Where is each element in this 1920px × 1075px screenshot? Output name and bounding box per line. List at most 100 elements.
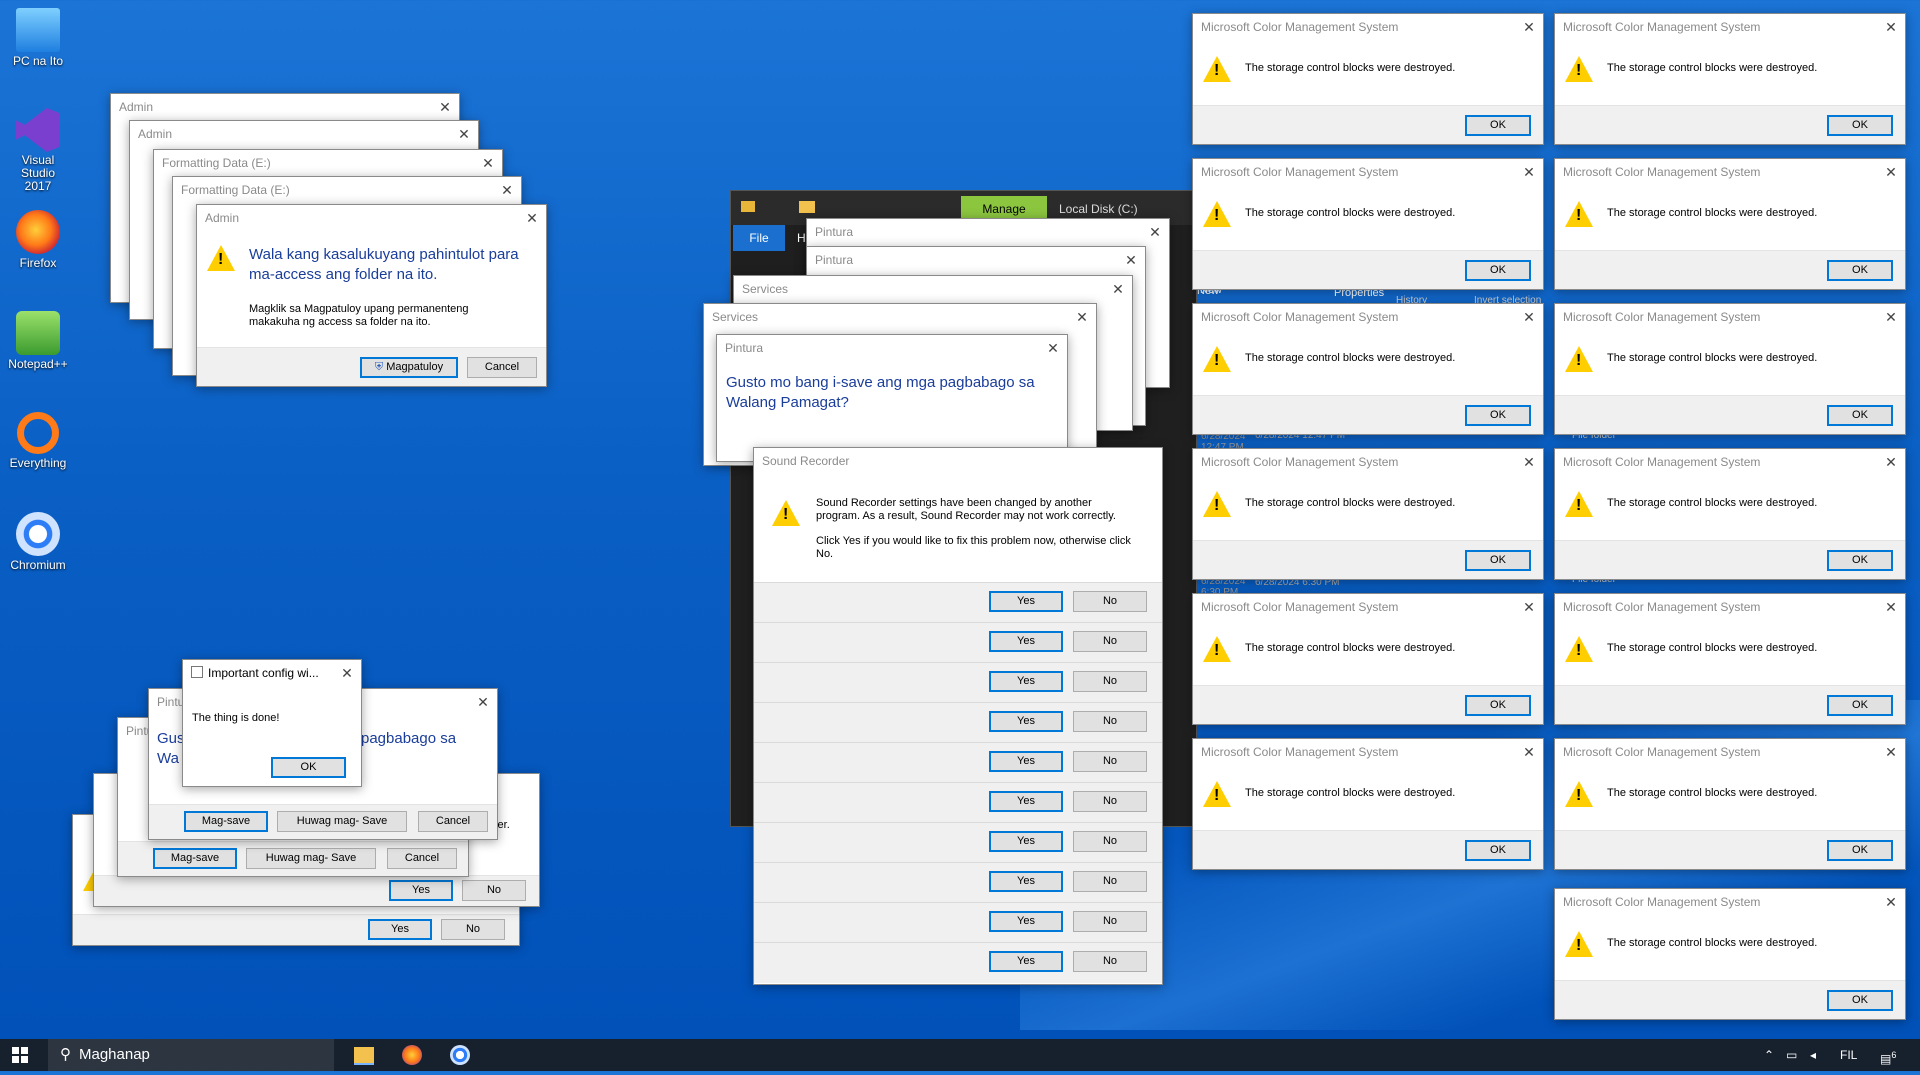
desktop-icon-everything[interactable]: Everything	[4, 412, 72, 470]
yes-button[interactable]: Yes	[989, 871, 1063, 892]
yes-button[interactable]: Yes	[989, 631, 1063, 652]
desktop-icon-visual-studio[interactable]: Visual Studio 2017	[4, 108, 72, 193]
admin-permission-dialog[interactable]: Admin ✕ ! Wala kang kasalukuyang pahintul…	[196, 204, 547, 387]
tab-file[interactable]: File	[733, 225, 785, 251]
yes-button[interactable]: Yes	[989, 911, 1063, 932]
yes-button[interactable]: Yes	[989, 751, 1063, 772]
mcms-error-dialog[interactable]: Microsoft Color Management System ✕! The s…	[1554, 738, 1906, 870]
dont-save-button[interactable]: Huwag mag- Save	[277, 811, 407, 832]
volume-icon[interactable]: ◂	[1810, 1039, 1816, 1071]
close-icon[interactable]: ✕	[1877, 304, 1905, 330]
continue-button[interactable]: ⛨ Magpatuloy	[360, 357, 458, 378]
close-icon[interactable]: ✕	[333, 660, 361, 686]
close-icon[interactable]: ✕	[518, 205, 546, 231]
no-button[interactable]: No	[1073, 671, 1147, 692]
close-icon[interactable]: ✕	[431, 94, 459, 120]
mcms-error-dialog[interactable]: Microsoft Color Management System ✕! The s…	[1192, 303, 1544, 435]
ok-button[interactable]: OK	[1827, 550, 1893, 571]
close-icon[interactable]: ✕	[1515, 594, 1543, 620]
no-button[interactable]: No	[1073, 911, 1147, 932]
close-icon[interactable]: ✕	[1515, 14, 1543, 40]
close-icon[interactable]: ✕	[493, 177, 521, 203]
close-icon[interactable]: ✕	[1117, 247, 1145, 273]
start-button[interactable]	[12, 1047, 28, 1063]
no-button[interactable]: No	[1073, 791, 1147, 812]
close-icon[interactable]: ✕	[1104, 276, 1132, 302]
ok-button[interactable]: OK	[1827, 990, 1893, 1011]
desktop-icon-chromium[interactable]: Chromium	[4, 512, 72, 572]
mcms-error-dialog[interactable]: Microsoft Color Management System ✕! The s…	[1554, 448, 1906, 580]
notification-icon[interactable]: ▤6	[1880, 1039, 1896, 1071]
firefox-taskbar-icon[interactable]	[402, 1045, 422, 1065]
no-button[interactable]: No	[1073, 871, 1147, 892]
close-icon[interactable]: ✕	[1877, 594, 1905, 620]
quick-access-folder-icon[interactable]	[799, 201, 815, 213]
mcms-error-dialog[interactable]: Microsoft Color Management System ✕! The s…	[1554, 158, 1906, 290]
no-button[interactable]: No	[1073, 831, 1147, 852]
mcms-error-dialog[interactable]: Microsoft Color Management System ✕! The s…	[1554, 593, 1906, 725]
ok-button[interactable]: OK	[1827, 405, 1893, 426]
close-icon[interactable]: ✕	[1877, 449, 1905, 475]
desktop-icon-firefox[interactable]: Firefox	[4, 210, 72, 270]
close-icon[interactable]: ✕	[1039, 335, 1067, 361]
close-icon[interactable]: ✕	[1877, 159, 1905, 185]
ok-button[interactable]: OK	[1465, 550, 1531, 571]
mcms-error-dialog[interactable]: Microsoft Color Management System ✕! The s…	[1192, 448, 1544, 580]
close-icon[interactable]: ✕	[1515, 449, 1543, 475]
mcms-error-dialog[interactable]: Microsoft Color Management System ✕! The s…	[1192, 158, 1544, 290]
yes-button[interactable]: Yes	[989, 591, 1063, 612]
language-indicator[interactable]: FIL	[1840, 1039, 1857, 1071]
mcms-error-dialog[interactable]: Microsoft Color Management System ✕! The s…	[1554, 303, 1906, 435]
close-icon[interactable]: ✕	[1877, 739, 1905, 765]
yes-button[interactable]: Yes	[989, 951, 1063, 972]
ok-button[interactable]: OK	[1465, 260, 1531, 281]
yes-button[interactable]: Yes	[989, 791, 1063, 812]
paint-save-dialog-center[interactable]: Pintura ✕ Gusto mo bang i-save ang mga pa…	[716, 334, 1068, 462]
close-icon[interactable]: ✕	[1515, 159, 1543, 185]
no-button[interactable]: No	[441, 919, 505, 940]
yes-button[interactable]: Yes	[989, 711, 1063, 732]
ok-button[interactable]: OK	[1465, 695, 1531, 716]
no-button[interactable]: No	[1073, 951, 1147, 972]
no-button[interactable]: No	[1073, 591, 1147, 612]
close-icon[interactable]: ✕	[1141, 219, 1169, 245]
mcms-error-dialog[interactable]: Microsoft Color Management System ✕! The s…	[1192, 593, 1544, 725]
no-button[interactable]: No	[1073, 631, 1147, 652]
yes-button[interactable]: Yes	[389, 880, 453, 901]
sound-recorder-dialog[interactable]: Sound Recorder ! Sound Recorder settings…	[753, 447, 1163, 985]
cancel-button[interactable]: Cancel	[387, 848, 457, 869]
close-icon[interactable]: ✕	[1877, 889, 1905, 915]
important-config-dialog[interactable]: Important config wi... ✕ The thing is don…	[182, 659, 362, 787]
close-icon[interactable]: ✕	[469, 689, 497, 715]
ok-button[interactable]: OK	[1465, 115, 1531, 136]
no-button[interactable]: No	[1073, 751, 1147, 772]
yes-button[interactable]: Yes	[989, 831, 1063, 852]
ok-button[interactable]: OK	[1827, 840, 1893, 861]
close-icon[interactable]: ✕	[1877, 14, 1905, 40]
mcms-error-dialog[interactable]: Microsoft Color Management System ✕! The s…	[1554, 13, 1906, 145]
yes-button[interactable]: Yes	[989, 671, 1063, 692]
mcms-error-dialog[interactable]: Microsoft Color Management System ✕! The s…	[1192, 13, 1544, 145]
cancel-button[interactable]: Cancel	[418, 811, 488, 832]
desktop-icon-notepad[interactable]: Notepad++	[4, 311, 72, 371]
desktop-icon-this-pc[interactable]: PC na Ito	[4, 8, 72, 68]
yes-button[interactable]: Yes	[368, 919, 432, 940]
mcms-error-dialog[interactable]: Microsoft Color Management System ✕! The s…	[1554, 888, 1906, 1020]
chevron-up-icon[interactable]: ⌃	[1764, 1039, 1774, 1071]
chromium-taskbar-icon[interactable]	[450, 1045, 470, 1065]
file-explorer-taskbar-icon[interactable]	[354, 1047, 374, 1065]
close-icon[interactable]: ✕	[1515, 304, 1543, 330]
ok-button[interactable]: OK	[271, 757, 346, 778]
taskbar-search-box[interactable]: ⚲ Maghanap	[48, 1039, 334, 1071]
network-icon[interactable]: ▭	[1786, 1039, 1797, 1071]
close-icon[interactable]: ✕	[474, 150, 502, 176]
ok-button[interactable]: OK	[1465, 840, 1531, 861]
close-icon[interactable]: ✕	[450, 121, 478, 147]
cancel-button[interactable]: Cancel	[467, 357, 537, 378]
ok-button[interactable]: OK	[1827, 260, 1893, 281]
close-icon[interactable]: ✕	[1515, 739, 1543, 765]
ok-button[interactable]: OK	[1827, 115, 1893, 136]
no-button[interactable]: No	[462, 880, 526, 901]
save-button[interactable]: Mag-save	[153, 848, 237, 869]
mcms-error-dialog[interactable]: Microsoft Color Management System ✕! The s…	[1192, 738, 1544, 870]
